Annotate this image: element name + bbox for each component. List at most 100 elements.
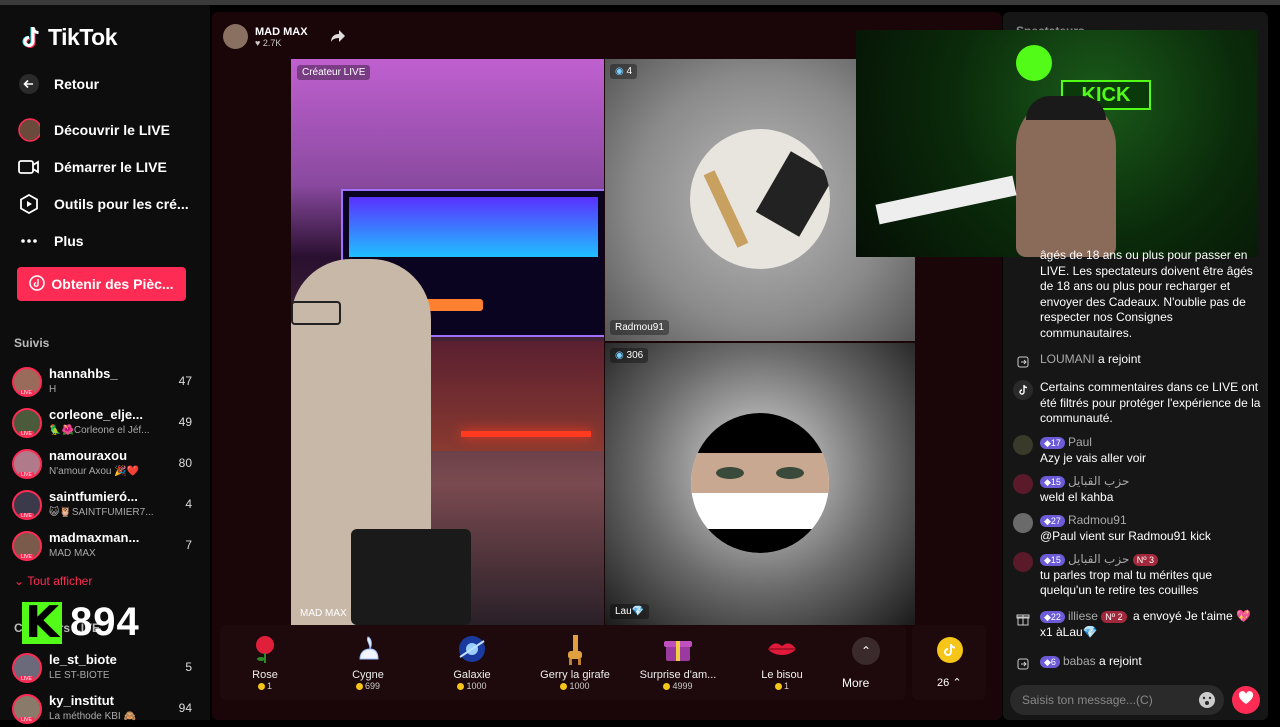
avatar bbox=[12, 531, 42, 561]
following-item[interactable]: corleone_elje... 🦜🌺Corleone el Jéf... 49 bbox=[12, 405, 192, 441]
comment-user[interactable]: حزب القبايل bbox=[1068, 474, 1129, 488]
creator-sub: LE ST-BIOTE bbox=[49, 670, 110, 681]
kick-count: 894 bbox=[70, 600, 140, 644]
gift-user[interactable]: illiese bbox=[1068, 609, 1098, 623]
system-message-text: âgés de 18 ans ou plus pour passer en LI… bbox=[1040, 248, 1253, 340]
level-badge: ◆17 bbox=[1040, 437, 1065, 449]
swan-icon bbox=[352, 633, 384, 665]
chat-input-box[interactable] bbox=[1010, 685, 1224, 715]
tiktok-logo[interactable]: TikTok bbox=[20, 24, 118, 51]
tiktok-coin-icon bbox=[937, 637, 963, 663]
diamond-icon: ◉ bbox=[615, 350, 624, 361]
diamond-icon: ◉ bbox=[615, 66, 624, 77]
chat-comment: ◆17 Paul Azy je vais aller voir bbox=[1013, 435, 1263, 466]
nav-label: Découvrir le LIVE bbox=[54, 122, 170, 138]
kick-follower-overlay: K 894 bbox=[22, 600, 140, 645]
avatar[interactable] bbox=[1013, 474, 1033, 494]
following-name: madmaxman... bbox=[49, 530, 140, 545]
arrow-left-icon bbox=[18, 73, 40, 95]
avatar[interactable] bbox=[1013, 552, 1033, 572]
viewer-count-badge: ◉ 306 bbox=[610, 348, 649, 363]
following-item[interactable]: namouraxou N'amour Axou 🎉❤️ 80 bbox=[12, 446, 192, 482]
avatar bbox=[12, 367, 42, 397]
guest-avatar bbox=[690, 129, 830, 269]
gift-swan[interactable]: Cygne 699 bbox=[323, 633, 413, 691]
following-item[interactable]: saintfumieró... 😺🦉SAINTFUMIER7... 4 bbox=[12, 487, 192, 523]
following-sub: MAD MAX bbox=[49, 548, 96, 559]
more-gifts-button[interactable]: ⌃ bbox=[852, 637, 880, 665]
following-name: corleone_elje... bbox=[49, 407, 143, 422]
avatar[interactable] bbox=[1013, 435, 1033, 455]
emoji-icon[interactable] bbox=[1198, 691, 1216, 714]
following-sub: 😺🦉SAINTFUMIER7... bbox=[49, 507, 154, 518]
gift-galaxy[interactable]: Galaxie 1000 bbox=[427, 633, 517, 691]
get-coins-label: Obtenir des Pièc... bbox=[51, 276, 174, 292]
gift-surprise[interactable]: Surprise d'am... 4999 bbox=[633, 633, 723, 691]
show-all-link[interactable]: ⌄ Tout afficher bbox=[14, 574, 92, 588]
coin-balance[interactable]: 26 ⌃ bbox=[912, 625, 986, 700]
share-icon[interactable] bbox=[330, 29, 346, 48]
avatar[interactable] bbox=[1013, 513, 1033, 533]
gift-name: Le bisou bbox=[761, 669, 803, 681]
gift-giraffe[interactable]: Gerry la girafe 1000 bbox=[530, 633, 620, 691]
streamer-logo-icon bbox=[1016, 45, 1052, 81]
avatar bbox=[12, 449, 42, 479]
avatar bbox=[12, 490, 42, 520]
following-sub: H bbox=[49, 384, 57, 395]
nav-more[interactable]: Plus bbox=[18, 228, 84, 254]
join-text: a rejoint bbox=[1098, 352, 1141, 366]
following-title: Suivis bbox=[14, 336, 50, 350]
creator-item[interactable]: ky_institut La méthode KBI 🙈 94 bbox=[12, 691, 192, 727]
galaxy-icon bbox=[456, 633, 488, 665]
avatar bbox=[12, 408, 42, 438]
lips-icon bbox=[766, 633, 798, 665]
tiktok-note-icon bbox=[1013, 380, 1033, 400]
giraffe-icon bbox=[559, 633, 591, 665]
get-coins-button[interactable]: Obtenir des Pièc... bbox=[17, 267, 186, 301]
chat-message-input[interactable] bbox=[1010, 685, 1190, 715]
avatar-icon bbox=[18, 118, 40, 142]
following-item[interactable]: hannahbs_ H 47 bbox=[12, 364, 192, 400]
like-button[interactable] bbox=[1232, 686, 1260, 714]
comment-user[interactable]: Radmou91 bbox=[1068, 513, 1127, 527]
gift-icon bbox=[1013, 609, 1033, 629]
host-info[interactable]: MAD MAX ♥ 2.7K bbox=[223, 24, 308, 49]
coin-icon bbox=[355, 683, 363, 691]
nav-creator-tools[interactable]: Outils pour les cré... bbox=[18, 191, 189, 217]
following-item[interactable]: madmaxman... MAD MAX 7 bbox=[12, 528, 192, 564]
coin-icon bbox=[774, 683, 782, 691]
host-video-tile[interactable]: Créateur LIVE MAD MAX bbox=[291, 59, 604, 625]
comment-user[interactable]: حزب القبايل bbox=[1068, 552, 1129, 566]
guest-name: Lau💎 bbox=[610, 604, 650, 619]
nav-start-live[interactable]: Démarrer le LIVE bbox=[18, 154, 167, 180]
nav-label: Outils pour les cré... bbox=[54, 196, 189, 212]
following-name: hannahbs_ bbox=[49, 366, 118, 381]
gift-rose[interactable]: Rose 1 bbox=[220, 633, 310, 691]
creator-item[interactable]: le_st_biote LE ST-BIOTE 5 bbox=[12, 650, 192, 686]
gift-name: Galaxie bbox=[453, 669, 491, 681]
viewer-count-badge: ◉ 4 bbox=[610, 64, 638, 79]
system-message: âgés de 18 ans ou plus pour passer en LI… bbox=[1013, 248, 1263, 341]
guest-tile-lau[interactable]: ◉ 306 Lau💎 bbox=[605, 343, 915, 625]
play-tools-icon bbox=[18, 193, 40, 215]
creator-live-label: Créateur LIVE bbox=[297, 65, 371, 80]
join-user[interactable]: LOUMANI bbox=[1040, 352, 1095, 366]
gift-name: Rose bbox=[252, 669, 278, 681]
gift-price: 1000 bbox=[569, 681, 590, 691]
comment-text: tu parles trop mal tu mérites que quelqu… bbox=[1040, 567, 1213, 598]
join-user[interactable]: babas bbox=[1063, 654, 1096, 668]
gift-kiss[interactable]: Le bisou 1 bbox=[737, 633, 827, 691]
nav-label: Démarrer le LIVE bbox=[54, 159, 167, 175]
heart-icon bbox=[1238, 690, 1254, 710]
join-message: ◆6 babas a rejoint bbox=[1013, 654, 1263, 670]
comment-user[interactable]: Paul bbox=[1068, 435, 1092, 449]
back-label: Retour bbox=[54, 76, 100, 92]
show-all-label: Tout afficher bbox=[27, 574, 93, 588]
rank-badge: Nº 3 bbox=[1132, 554, 1159, 566]
rank-badge: Nº 2 bbox=[1101, 611, 1127, 623]
viewer-count: 5 bbox=[185, 660, 192, 674]
nav-discover-live[interactable]: Découvrir le LIVE bbox=[18, 117, 170, 143]
guest-count: 4 bbox=[626, 66, 633, 77]
gift-name: Surprise d'am... bbox=[639, 669, 717, 681]
back-button[interactable]: Retour bbox=[18, 71, 99, 97]
